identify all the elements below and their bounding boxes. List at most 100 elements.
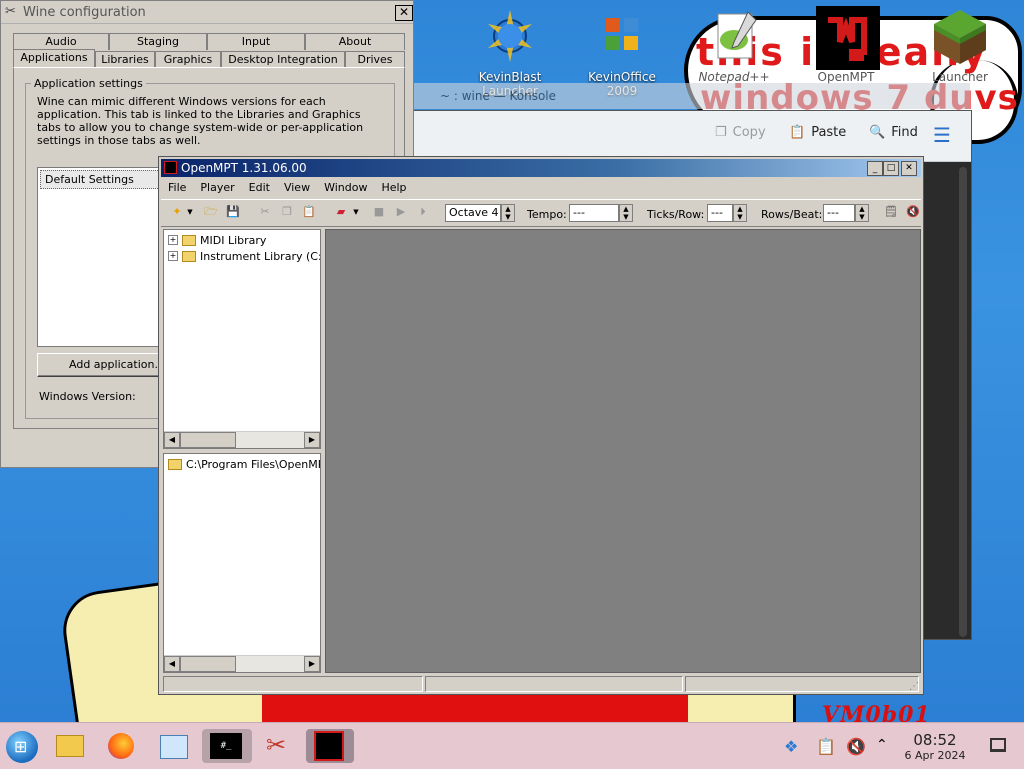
tree-item-program-path[interactable]: C:\Program Files\OpenMPT\: [168, 456, 320, 472]
menu-window[interactable]: Window: [317, 179, 374, 197]
library-tree[interactable]: + MIDI Library + Instrument Library (C:\…: [163, 229, 321, 449]
new-file-icon[interactable]: ✦: [169, 204, 185, 220]
tree-horizontal-scrollbar[interactable]: ◀ ▶: [164, 431, 320, 448]
tree-item-label: MIDI Library: [200, 233, 267, 247]
chevron-up-icon[interactable]: ⌃: [876, 737, 894, 755]
taskbar-clock[interactable]: 08:52 6 Apr 2024: [898, 731, 972, 762]
tempo-field[interactable]: ---: [569, 204, 619, 222]
paste-icon[interactable]: 📋: [301, 204, 317, 220]
scroll-left-button[interactable]: ◀: [164, 656, 180, 672]
menu-edit[interactable]: Edit: [242, 179, 277, 197]
status-pane-3: [685, 676, 919, 692]
rows-per-beat-field[interactable]: ---: [823, 204, 855, 222]
menu-file[interactable]: File: [161, 179, 193, 197]
clipboard-icon[interactable]: 📋: [816, 737, 836, 756]
tree-item-midi-library[interactable]: + MIDI Library: [168, 232, 266, 248]
hamburger-menu-button[interactable]: ☰: [933, 123, 951, 147]
taskbar-wine-config[interactable]: ✂: [256, 729, 300, 763]
save-icon[interactable]: 💾: [225, 204, 241, 220]
wine-close-button[interactable]: ✕: [395, 5, 413, 21]
tab-staging[interactable]: Staging: [109, 33, 207, 50]
menu-view[interactable]: View: [277, 179, 317, 197]
close-button[interactable]: ✕: [901, 161, 917, 176]
copy-icon[interactable]: ❐: [279, 204, 295, 220]
play-pattern-icon[interactable]: ⏵: [415, 204, 431, 220]
taskbar-file-manager[interactable]: [52, 729, 86, 763]
mdi-workspace[interactable]: [325, 229, 921, 673]
taskbar-firefox[interactable]: [104, 729, 138, 763]
network-icon[interactable]: ❖: [784, 737, 802, 756]
minimize-button[interactable]: _: [867, 161, 883, 176]
add-sample-icon[interactable]: ▰: [333, 204, 349, 220]
dropdown-arrow-icon-2[interactable]: ▼: [351, 204, 361, 220]
taskbar-openmpt[interactable]: [306, 729, 354, 763]
cut-icon[interactable]: ✂: [257, 204, 273, 220]
rows-per-beat-spinner[interactable]: ▲ ▼: [855, 204, 869, 222]
tab-about[interactable]: About: [305, 33, 405, 50]
tab-libraries[interactable]: Libraries: [95, 51, 155, 68]
desktop-icon-openmpt[interactable]: OpenMPT: [798, 6, 894, 84]
wine-description-text: Wine can mimic different Windows version…: [37, 95, 364, 147]
scroll-thumb[interactable]: [180, 656, 236, 672]
play-icon[interactable]: ▶: [393, 204, 409, 220]
copy-label: Copy: [732, 125, 766, 140]
scroll-right-button[interactable]: ▶: [304, 432, 320, 448]
tab-desktop-integration[interactable]: Desktop Integration: [221, 51, 345, 68]
tree-item-instrument-library[interactable]: + Instrument Library (C:\P: [168, 248, 321, 264]
tab-drives[interactable]: Drives: [345, 51, 405, 68]
paste-button[interactable]: 📋 Paste: [789, 125, 846, 140]
maximize-button[interactable]: □: [883, 161, 899, 176]
expand-icon[interactable]: +: [168, 251, 178, 261]
wine-titlebar[interactable]: ✂ Wine configuration ✕: [1, 1, 413, 24]
scroll-thumb[interactable]: [180, 432, 236, 448]
konsole-titlebar[interactable]: ~ : wine — Konsole: [410, 83, 970, 109]
ticks-per-row-field[interactable]: ---: [707, 204, 733, 222]
stop-icon[interactable]: ■: [371, 204, 387, 220]
ticks-per-row-spinner[interactable]: ▲ ▼: [733, 204, 747, 222]
menu-help[interactable]: Help: [374, 179, 413, 197]
status-pane-2: [425, 676, 683, 692]
openmpt-app-icon: [164, 161, 177, 174]
menu-player[interactable]: Player: [193, 179, 241, 197]
find-label: Find: [891, 125, 918, 140]
tab-applications[interactable]: Applications: [13, 49, 95, 68]
properties-icon[interactable]: 🗒: [883, 204, 899, 220]
tree-item-label: Instrument Library (C:\P: [200, 249, 321, 263]
octave-spinner[interactable]: ▲ ▼: [501, 204, 515, 222]
resize-grip-icon[interactable]: ⋰: [909, 681, 919, 692]
open-folder-icon[interactable]: 🗁: [203, 204, 219, 220]
search-icon: 🔍: [869, 125, 886, 140]
control-panel-icon: [160, 735, 188, 759]
file-browser-tree[interactable]: C:\Program Files\OpenMPT\ ◀ ▶: [163, 453, 321, 673]
openmpt-menubar: File Player Edit View Window Help: [161, 179, 921, 197]
taskbar-konsole[interactable]: #_: [202, 729, 252, 763]
taskbar-control-panel[interactable]: [156, 729, 190, 763]
show-desktop-icon[interactable]: [990, 738, 1006, 752]
tab-input[interactable]: Input: [207, 33, 305, 50]
kevinblast-icon: [480, 6, 540, 66]
start-button[interactable]: ⊞: [6, 731, 38, 763]
tempo-spinner[interactable]: ▲ ▼: [619, 204, 633, 222]
mute-icon[interactable]: 🔇: [905, 204, 921, 220]
windows-logo-icon: ⊞: [14, 737, 28, 756]
tab-graphics[interactable]: Graphics: [155, 51, 221, 68]
expand-icon[interactable]: +: [168, 235, 178, 245]
scroll-right-button[interactable]: ▶: [304, 656, 320, 672]
tab-audio[interactable]: Audio: [13, 33, 109, 50]
list-item-default-settings[interactable]: Default Settings: [40, 170, 162, 189]
desktop-icon-notepadpp[interactable]: Notepad++: [686, 6, 782, 84]
octave-field[interactable]: Octave 4: [445, 204, 501, 222]
copy-button[interactable]: ❐ Copy: [715, 125, 766, 140]
find-button[interactable]: 🔍 Find: [869, 125, 918, 140]
desktop-icon-launcher[interactable]: Launcher: [912, 6, 1008, 84]
openmpt-window-title: OpenMPT 1.31.06.00: [181, 161, 307, 175]
volume-muted-icon[interactable]: 🔇: [846, 737, 866, 756]
openmpt-titlebar[interactable]: OpenMPT 1.31.06.00 _ □ ✕: [161, 159, 921, 177]
openmpt-window[interactable]: OpenMPT 1.31.06.00 _ □ ✕ File Player Edi…: [158, 156, 924, 695]
minecraft-launcher-icon: [930, 6, 990, 66]
scroll-left-button[interactable]: ◀: [164, 432, 180, 448]
dropdown-arrow-icon[interactable]: ▼: [185, 204, 195, 220]
konsole-scrollbar[interactable]: [959, 167, 967, 637]
file-tree-horizontal-scrollbar[interactable]: ◀ ▶: [164, 655, 320, 672]
firefox-icon: [108, 733, 134, 759]
